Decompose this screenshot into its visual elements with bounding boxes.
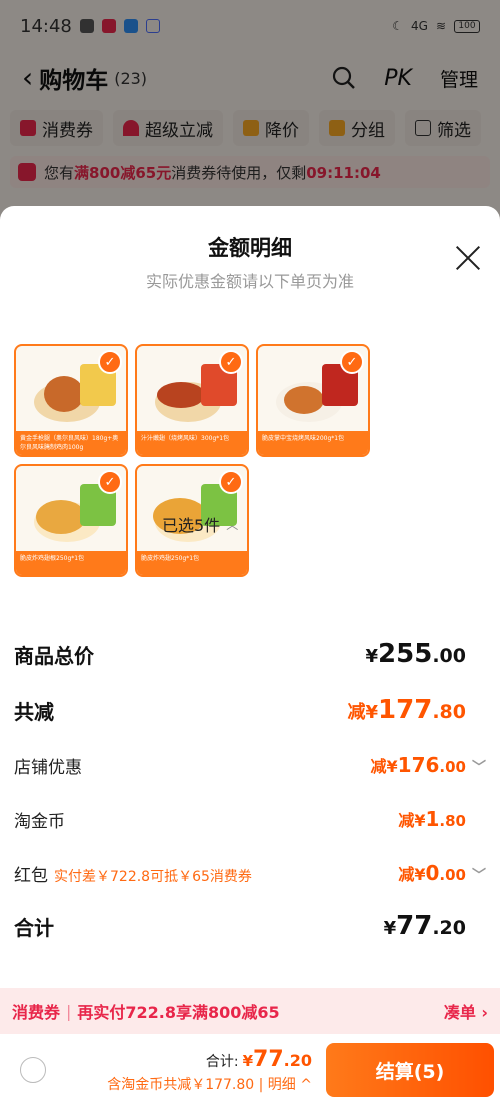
close-icon[interactable] — [454, 244, 482, 272]
row-label: 商品总价 — [14, 643, 94, 668]
chevron-up-icon: ︿ — [226, 517, 239, 532]
reduce-prefix: 减 — [370, 757, 387, 776]
row-value: ¥255.00 — [366, 639, 486, 669]
row-value: ¥77.20 — [384, 911, 486, 941]
amount-decimal: .80 — [439, 812, 466, 830]
promo-tag: 消费券 — [12, 1003, 61, 1022]
row-value: 减 ¥176.00 ﹀ — [371, 753, 486, 777]
product-card[interactable]: ✓ 脆皮掌中宝烧烤风味200g*1包 — [256, 344, 370, 457]
reduce-prefix: 减 — [398, 865, 415, 884]
sheet-title: 金额明细 — [208, 236, 292, 260]
amount-decimal: .80 — [432, 701, 466, 723]
row-total-reduction: 共减 减 ¥177.80 — [14, 682, 486, 738]
reduce-prefix: 减 — [347, 702, 366, 723]
coupon-promo-bar[interactable]: 消费券 | 再实付722.8享满800减65 凑单 › — [0, 988, 500, 1034]
product-name: 黄金手枪腿（奥尔良风味）180g+奥尔良风味腌制鸡肉100g — [16, 431, 126, 455]
reduce-prefix: 减 — [398, 811, 415, 830]
amount-decimal: .20 — [283, 1050, 312, 1070]
product-card[interactable]: ✓ 汁汁嫩翅（烧烤风味）300g*1包 — [135, 344, 249, 457]
checkout-button[interactable]: 结算(5) — [326, 1043, 494, 1097]
total-label: 合计: — [205, 1053, 239, 1070]
selected-count-label: 已选5件 — [162, 516, 221, 535]
amount-integer: 0 — [425, 861, 440, 885]
row-value: 减 ¥0.00 ﹀ — [398, 861, 486, 885]
row-goods-total: 商品总价 ¥255.00 — [14, 626, 486, 682]
amount-integer: 77 — [253, 1046, 284, 1072]
row-label: 淘金币 — [14, 811, 65, 832]
product-card[interactable]: ✓ 黄金手枪腿（奥尔良风味）180g+奥尔良风味腌制鸡肉100g — [14, 344, 128, 457]
chevron-down-icon: ﹀ — [472, 868, 486, 884]
amount-decimal: .00 — [439, 758, 466, 776]
amount-decimal: .00 — [432, 645, 466, 667]
sheet-subtitle: 实际优惠金额请以下单页为准 — [145, 272, 354, 291]
sheet-header: 金额明细 实际优惠金额请以下单页为准 — [0, 206, 500, 296]
product-name: 脆皮炸鸡翅250g*1包 — [137, 551, 247, 575]
add-items-link[interactable]: 凑单 › — [444, 999, 488, 1023]
total-value: ¥77.20 — [243, 1047, 312, 1072]
row-label: 店铺优惠 — [14, 757, 82, 778]
amount-decimal: .00 — [439, 866, 466, 884]
currency-symbol: ¥ — [242, 1051, 254, 1070]
currency-symbol: ¥ — [383, 918, 397, 939]
row-gold-coin: 淘金币 减 ¥1.80 — [14, 792, 486, 846]
detail-toggle[interactable]: 含淘金币共减￥177.80 | 明细 ^ — [107, 1074, 312, 1094]
selected-count-toggle[interactable]: 已选5件 ︿ — [162, 512, 238, 536]
product-name: 脆皮炸鸡翅根250g*1包 — [16, 551, 126, 575]
product-name: 汁汁嫩翅（烧烤风味）300g*1包 — [137, 431, 247, 455]
select-all-radio[interactable] — [20, 1057, 46, 1083]
row-label: 共减 — [14, 699, 54, 724]
currency-symbol: ¥ — [414, 865, 426, 884]
currency-symbol: ¥ — [365, 702, 379, 723]
row-value: 减 ¥177.80 — [348, 695, 486, 725]
checkmark-icon[interactable]: ✓ — [219, 470, 243, 494]
row-shop-discount[interactable]: 店铺优惠 减 ¥176.00 ﹀ — [14, 738, 486, 792]
row-grand-total: 合计 ¥77.20 — [14, 900, 486, 952]
amount-decimal: .20 — [432, 917, 466, 939]
checkout-bar: 合计: ¥77.20 含淘金币共减￥177.80 | 明细 ^ 结算(5) — [0, 1034, 500, 1106]
total-block: 合计: ¥77.20 含淘金币共减￥177.80 | 明细 ^ — [107, 1047, 312, 1094]
checkmark-icon[interactable]: ✓ — [98, 470, 122, 494]
amount-detail-sheet: 金额明细 实际优惠金额请以下单页为准 ✓ 黄金手枪腿（奥尔良风味）180g+奥尔… — [0, 206, 500, 1106]
row-value: 减 ¥1.80 — [398, 807, 486, 831]
amount-integer: 255 — [378, 639, 433, 669]
currency-symbol: ¥ — [414, 811, 426, 830]
chevron-down-icon: ﹀ — [472, 760, 486, 776]
row-red-packet[interactable]: 红包 实付差￥722.8可抵￥65消费券 减 ¥0.00 ﹀ — [14, 846, 486, 900]
checkmark-icon[interactable]: ✓ — [340, 350, 364, 374]
product-name: 脆皮掌中宝烧烤风味200g*1包 — [258, 431, 368, 455]
amount-integer: 177 — [378, 695, 433, 725]
checkmark-icon[interactable]: ✓ — [219, 350, 243, 374]
promo-text: 再实付722.8享满800减65 — [77, 1003, 280, 1022]
selected-products: ✓ 黄金手枪腿（奥尔良风味）180g+奥尔良风味腌制鸡肉100g ✓ 汁汁嫩翅（… — [14, 344, 490, 577]
amount-integer: 176 — [397, 753, 440, 777]
row-label: 红包 — [14, 865, 48, 886]
row-label: 合计 — [14, 915, 54, 940]
price-breakdown: 商品总价 ¥255.00 共减 减 ¥177.80 店铺优惠 减 ¥176.00 ﹀ … — [14, 626, 486, 952]
currency-symbol: ¥ — [386, 757, 398, 776]
modal-overlay[interactable] — [0, 0, 500, 220]
checkmark-icon[interactable]: ✓ — [98, 350, 122, 374]
promo-divider: | — [66, 1001, 72, 1021]
product-card[interactable]: ✓ 脆皮炸鸡翅根250g*1包 — [14, 464, 128, 577]
amount-integer: 1 — [425, 807, 440, 831]
currency-symbol: ¥ — [365, 646, 379, 667]
amount-integer: 77 — [396, 911, 433, 941]
red-packet-note: 实付差￥722.8可抵￥65消费券 — [54, 868, 252, 885]
